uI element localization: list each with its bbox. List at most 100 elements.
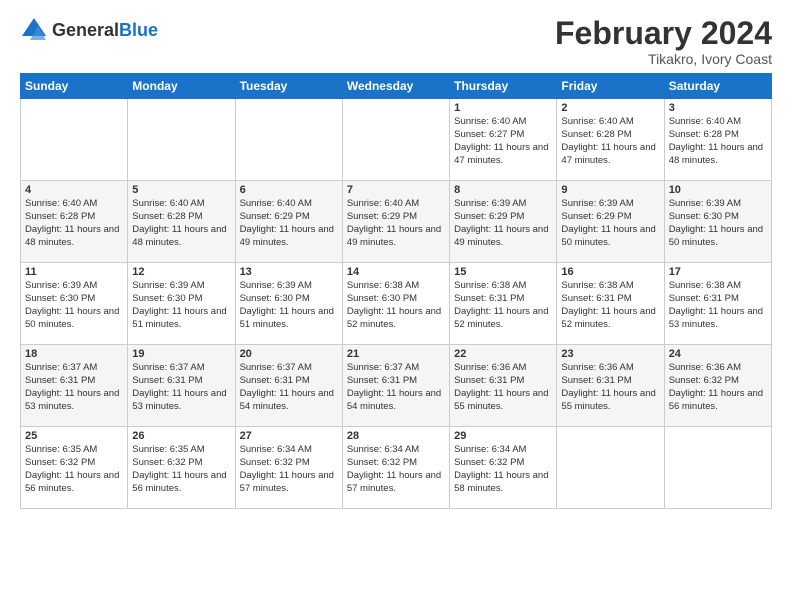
header-cell-thursday: Thursday [450,74,557,99]
header-row: SundayMondayTuesdayWednesdayThursdayFrid… [21,74,772,99]
day-cell [235,99,342,181]
calendar-header: SundayMondayTuesdayWednesdayThursdayFrid… [21,74,772,99]
day-cell: 23Sunrise: 6:36 AM Sunset: 6:31 PM Dayli… [557,345,664,427]
day-number: 4 [25,184,123,196]
header-cell-saturday: Saturday [664,74,771,99]
day-number: 17 [669,266,767,278]
day-number: 18 [25,348,123,360]
day-cell: 20 Sunrise: 6:37 AM Sunset: 6:31 PM Dayli… [235,345,342,427]
day-cell: 29Sunrise: 6:34 AM Sunset: 6:32 PM Dayli… [450,427,557,509]
day-info: Sunrise: 6:34 AM Sunset: 6:32 PM Dayligh… [454,444,552,495]
header-cell-wednesday: Wednesday [342,74,449,99]
day-cell: 28 Sunrise: 6:34 AM Sunset: 6:32 PM Dayli… [342,427,449,509]
day-cell: 10 Sunrise: 6:39 AM Sunset: 6:30 PM Dayli… [664,181,771,263]
day-cell: 18 Sunrise: 6:37 AM Sunset: 6:31 PM Dayli… [21,345,128,427]
logo-blue: Blue [119,20,158,40]
calendar-table: SundayMondayTuesdayWednesdayThursdayFrid… [20,73,772,509]
day-number: 26 [132,430,230,442]
day-cell: 4 Sunrise: 6:40 AM Sunset: 6:28 PM Daylig… [21,181,128,263]
day-number: 5 [132,184,230,196]
main-title: February 2024 [555,16,772,51]
week-row-1: 4 Sunrise: 6:40 AM Sunset: 6:28 PM Daylig… [21,181,772,263]
day-number: 3 [669,102,767,114]
day-info: Sunrise: 6:39 AM Sunset: 6:29 PM Dayligh… [454,198,552,249]
day-info: Sunrise: 6:35 AM Sunset: 6:32 PM Dayligh… [25,444,123,495]
day-cell: 8 Sunrise: 6:39 AM Sunset: 6:29 PM Daylig… [450,181,557,263]
logo: GeneralBlue [20,16,158,44]
day-cell: 26 Sunrise: 6:35 AM Sunset: 6:32 PM Dayli… [128,427,235,509]
day-number: 11 [25,266,123,278]
day-number: 6 [240,184,338,196]
day-cell: 14 Sunrise: 6:38 AM Sunset: 6:30 PM Dayli… [342,263,449,345]
day-cell: 17 Sunrise: 6:38 AM Sunset: 6:31 PM Dayli… [664,263,771,345]
logo-text: GeneralBlue [52,20,158,41]
day-number: 20 [240,348,338,360]
day-info: Sunrise: 6:35 AM Sunset: 6:32 PM Dayligh… [132,444,230,495]
day-info: Sunrise: 6:37 AM Sunset: 6:31 PM Dayligh… [132,362,230,413]
day-cell: 19 Sunrise: 6:37 AM Sunset: 6:31 PM Dayli… [128,345,235,427]
day-cell: 15Sunrise: 6:38 AM Sunset: 6:31 PM Dayli… [450,263,557,345]
day-number: 10 [669,184,767,196]
header-cell-tuesday: Tuesday [235,74,342,99]
week-row-3: 18 Sunrise: 6:37 AM Sunset: 6:31 PM Dayli… [21,345,772,427]
day-number: 7 [347,184,445,196]
day-cell: 5 Sunrise: 6:40 AM Sunset: 6:28 PM Daylig… [128,181,235,263]
day-cell: 27 Sunrise: 6:34 AM Sunset: 6:32 PM Dayli… [235,427,342,509]
day-info: Sunrise: 6:40 AM Sunset: 6:28 PM Dayligh… [669,116,767,167]
day-info: Sunrise: 6:40 AM Sunset: 6:29 PM Dayligh… [240,198,338,249]
day-number: 14 [347,266,445,278]
day-info: Sunrise: 6:38 AM Sunset: 6:31 PM Dayligh… [561,280,659,331]
day-info: Sunrise: 6:37 AM Sunset: 6:31 PM Dayligh… [240,362,338,413]
day-cell: 7 Sunrise: 6:40 AM Sunset: 6:29 PM Daylig… [342,181,449,263]
header: GeneralBlue February 2024 Tikakro, Ivory… [20,16,772,67]
day-info: Sunrise: 6:38 AM Sunset: 6:31 PM Dayligh… [454,280,552,331]
day-number: 28 [347,430,445,442]
day-cell: 12Sunrise: 6:39 AM Sunset: 6:30 PM Dayli… [128,263,235,345]
day-info: Sunrise: 6:40 AM Sunset: 6:28 PM Dayligh… [25,198,123,249]
day-info: Sunrise: 6:37 AM Sunset: 6:31 PM Dayligh… [347,362,445,413]
day-info: Sunrise: 6:37 AM Sunset: 6:31 PM Dayligh… [25,362,123,413]
day-cell: 22Sunrise: 6:36 AM Sunset: 6:31 PM Dayli… [450,345,557,427]
day-number: 25 [25,430,123,442]
day-info: Sunrise: 6:39 AM Sunset: 6:30 PM Dayligh… [669,198,767,249]
day-cell: 13 Sunrise: 6:39 AM Sunset: 6:30 PM Dayli… [235,263,342,345]
day-number: 13 [240,266,338,278]
day-number: 27 [240,430,338,442]
day-cell: 1Sunrise: 6:40 AM Sunset: 6:27 PM Daylig… [450,99,557,181]
day-info: Sunrise: 6:34 AM Sunset: 6:32 PM Dayligh… [240,444,338,495]
day-cell: 21 Sunrise: 6:37 AM Sunset: 6:31 PM Dayli… [342,345,449,427]
header-cell-monday: Monday [128,74,235,99]
day-number: 9 [561,184,659,196]
day-info: Sunrise: 6:40 AM Sunset: 6:28 PM Dayligh… [132,198,230,249]
calendar-body: 1Sunrise: 6:40 AM Sunset: 6:27 PM Daylig… [21,99,772,509]
day-info: Sunrise: 6:38 AM Sunset: 6:30 PM Dayligh… [347,280,445,331]
day-cell: 24Sunrise: 6:36 AM Sunset: 6:32 PM Dayli… [664,345,771,427]
week-row-4: 25 Sunrise: 6:35 AM Sunset: 6:32 PM Dayli… [21,427,772,509]
header-cell-sunday: Sunday [21,74,128,99]
day-info: Sunrise: 6:39 AM Sunset: 6:30 PM Dayligh… [25,280,123,331]
day-info: Sunrise: 6:38 AM Sunset: 6:31 PM Dayligh… [669,280,767,331]
day-cell [21,99,128,181]
logo-icon [20,16,48,44]
day-number: 8 [454,184,552,196]
day-info: Sunrise: 6:40 AM Sunset: 6:29 PM Dayligh… [347,198,445,249]
day-info: Sunrise: 6:34 AM Sunset: 6:32 PM Dayligh… [347,444,445,495]
day-info: Sunrise: 6:39 AM Sunset: 6:29 PM Dayligh… [561,198,659,249]
day-number: 19 [132,348,230,360]
day-cell: 6 Sunrise: 6:40 AM Sunset: 6:29 PM Daylig… [235,181,342,263]
day-cell: 3 Sunrise: 6:40 AM Sunset: 6:28 PM Daylig… [664,99,771,181]
day-cell: 2Sunrise: 6:40 AM Sunset: 6:28 PM Daylig… [557,99,664,181]
day-cell [557,427,664,509]
day-cell: 11 Sunrise: 6:39 AM Sunset: 6:30 PM Dayli… [21,263,128,345]
week-row-2: 11 Sunrise: 6:39 AM Sunset: 6:30 PM Dayli… [21,263,772,345]
day-cell [342,99,449,181]
day-cell: 16Sunrise: 6:38 AM Sunset: 6:31 PM Dayli… [557,263,664,345]
day-info: Sunrise: 6:39 AM Sunset: 6:30 PM Dayligh… [240,280,338,331]
day-info: Sunrise: 6:40 AM Sunset: 6:28 PM Dayligh… [561,116,659,167]
day-number: 1 [454,102,552,114]
week-row-0: 1Sunrise: 6:40 AM Sunset: 6:27 PM Daylig… [21,99,772,181]
day-number: 12 [132,266,230,278]
day-number: 21 [347,348,445,360]
day-cell [664,427,771,509]
subtitle: Tikakro, Ivory Coast [555,51,772,67]
